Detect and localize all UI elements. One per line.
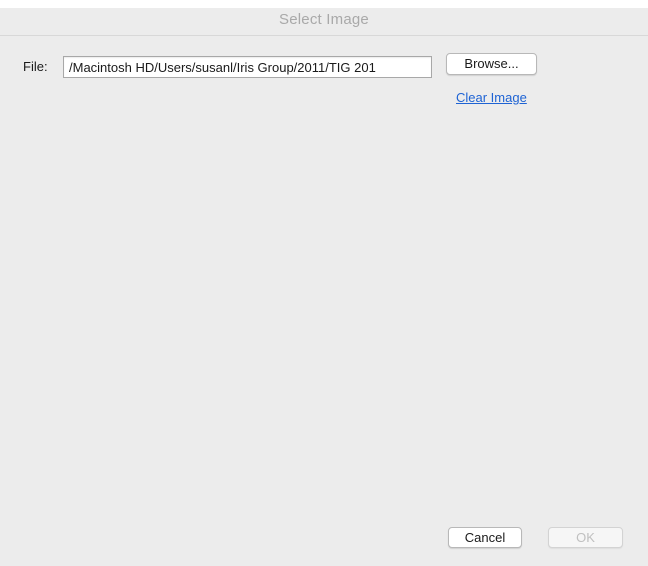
file-path-field[interactable] [63,56,432,78]
title-bar-top-strip [0,0,648,8]
title-bar[interactable]: Select Image [0,0,648,36]
browse-button[interactable]: Browse... [446,53,537,75]
select-image-dialog: Select Image File: Browse... Clear Image… [0,0,648,566]
dialog-title: Select Image [279,11,369,28]
cancel-button[interactable]: Cancel [448,527,522,548]
clear-image-link[interactable]: Clear Image [456,90,527,105]
file-label: File: [23,59,48,74]
ok-button[interactable]: OK [548,527,623,548]
